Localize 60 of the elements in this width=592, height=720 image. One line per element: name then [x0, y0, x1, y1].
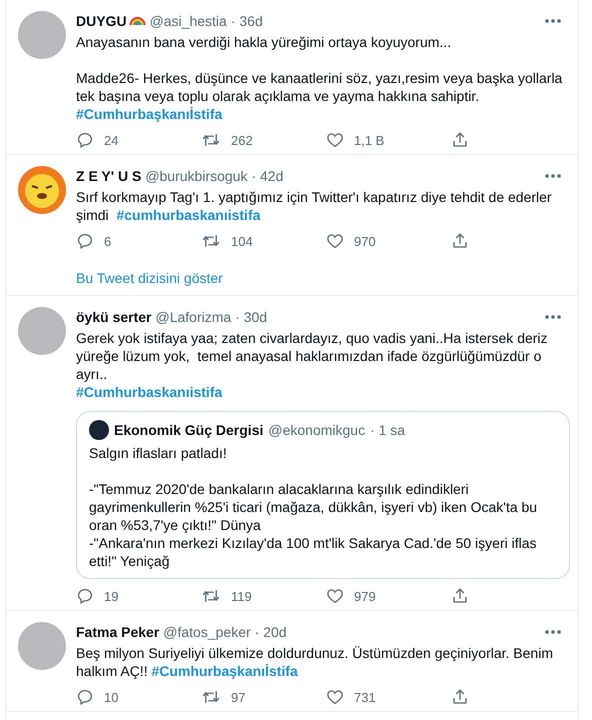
share-icon[interactable]	[451, 131, 469, 149]
retweet-icon[interactable]	[201, 587, 221, 605]
like-count: 979	[354, 588, 376, 604]
more-icon[interactable]	[544, 173, 562, 179]
reply-icon[interactable]	[76, 688, 94, 706]
tweet-text: Anayasanın bana verdiği hakla yüreğimi ortaya koyuyorum... Madde26- Herkes, düşünce ve kanaatlerini söz, yazı,resim veya başka yollarla tek başına veya toplu olarak açıklama ve yayma hakkına sahiptir. #Cumhurbaşkanıİstifa	[76, 33, 564, 123]
like-count: 1,1 B	[354, 132, 384, 148]
quoted-tweet-time[interactable]: · 1 sa	[370, 420, 406, 440]
reply-icon[interactable]	[76, 131, 94, 149]
share-icon[interactable]	[451, 587, 469, 605]
reply-icon[interactable]	[76, 587, 94, 605]
retweet-count: 119	[231, 588, 252, 604]
retweet-count: 262	[231, 132, 253, 148]
author-handle[interactable]: @burukbirsoguk	[145, 166, 248, 186]
avatar-logo[interactable]	[89, 420, 109, 440]
rainbow-icon	[128, 16, 146, 26]
quoted-tweet-text: Salgın iflasları patladı! -"Temmuz 2020'de bankaların alacaklarına karşılık edindikleri gayrimenkullerin %25'i ticari (mağaza, dükkân, işyeri vb) iken Ocak'ta bu oran %53,7'ye çıktı!" Dünya -"Ankara'nın merkezi Kızılay'da 100 mt'lik Sakarya Cad.'de 50 işyeri iflas etti!" Yeniçağ	[89, 444, 538, 570]
hashtag-link[interactable]: #Cumhurbaşkanıİstifa	[151, 663, 298, 679]
author-handle[interactable]: @asi_hestia	[150, 11, 227, 31]
more-icon[interactable]	[544, 314, 562, 320]
avatar-cartoon[interactable]	[18, 166, 66, 214]
show-thread-link[interactable]: Bu Tweet dizisini göster	[76, 268, 570, 288]
heart-icon[interactable]	[326, 587, 344, 605]
reply-icon[interactable]	[76, 232, 94, 250]
retweet-count: 97	[231, 690, 246, 704]
reply-count: 19	[104, 588, 118, 604]
tweet-time[interactable]: · 36d	[230, 11, 263, 31]
retweet-count: 104	[231, 234, 253, 248]
like-count: 731	[354, 690, 376, 704]
tweet-text: Sırf korkmayıp Tag'ı 1. yaptığımız için Twitter'ı kapatırız diye tehdit de ederler şimdi #cumhurbaskanıistifa	[76, 188, 553, 224]
heart-icon[interactable]	[326, 131, 344, 149]
retweet-icon[interactable]	[201, 688, 221, 706]
tweet-text: Gerek yok istifaya yaa; zaten civarlardayız, quo vadis yani..Ha istersek deriz yüreğe lüzum yok, temel anayasal haklarımızdan ifade özgürlüğümüzdür o ayrı.. #Cumhurbaskanıistifa	[76, 329, 549, 401]
share-icon[interactable]	[451, 232, 469, 250]
retweet-icon[interactable]	[201, 232, 221, 250]
reply-count: 10	[104, 690, 118, 704]
retweet-icon[interactable]	[201, 131, 221, 149]
tweet-text: Beş milyon Suriyeliyi ülkemize doldurdunuz. Üstümüzden geçiniyorlar. Benim halkım AÇ!! #Cumhurbaşkanıİstifa	[76, 644, 554, 680]
like-count: 970	[354, 234, 376, 248]
quoted-author-handle[interactable]: @ekonomikguc	[268, 420, 366, 440]
author-handle[interactable]: @Laforizma	[155, 307, 232, 327]
reply-count: 24	[104, 132, 118, 148]
hashtag-link[interactable]: #Cumhurbaskanıistifa	[76, 384, 222, 400]
hashtag-link[interactable]: #cumhurbaskanıistifa	[116, 207, 260, 223]
hashtag-link[interactable]: #Cumhurbaşkanıİstifa	[76, 106, 222, 122]
author-name[interactable]: öykü serter	[76, 307, 152, 327]
quoted-author-name[interactable]: Ekonomik Güç Dergisi	[114, 420, 264, 440]
tweet-time[interactable]: · 20d	[254, 622, 287, 642]
author-name[interactable]: DUYGU	[76, 11, 127, 31]
reply-count: 6	[104, 234, 112, 248]
heart-icon[interactable]	[326, 232, 344, 250]
heart-icon[interactable]	[326, 688, 344, 706]
author-name[interactable]: Z E Y' U S	[76, 166, 142, 186]
author-name[interactable]: Fatma Peker	[76, 622, 160, 642]
tweet-time[interactable]: · 42d	[251, 166, 284, 186]
tweet-time[interactable]: · 30d	[235, 307, 268, 327]
share-icon[interactable]	[451, 688, 469, 706]
more-icon[interactable]	[544, 18, 562, 24]
author-handle[interactable]: @fatos_peker	[163, 622, 251, 642]
more-icon[interactable]	[544, 629, 562, 635]
